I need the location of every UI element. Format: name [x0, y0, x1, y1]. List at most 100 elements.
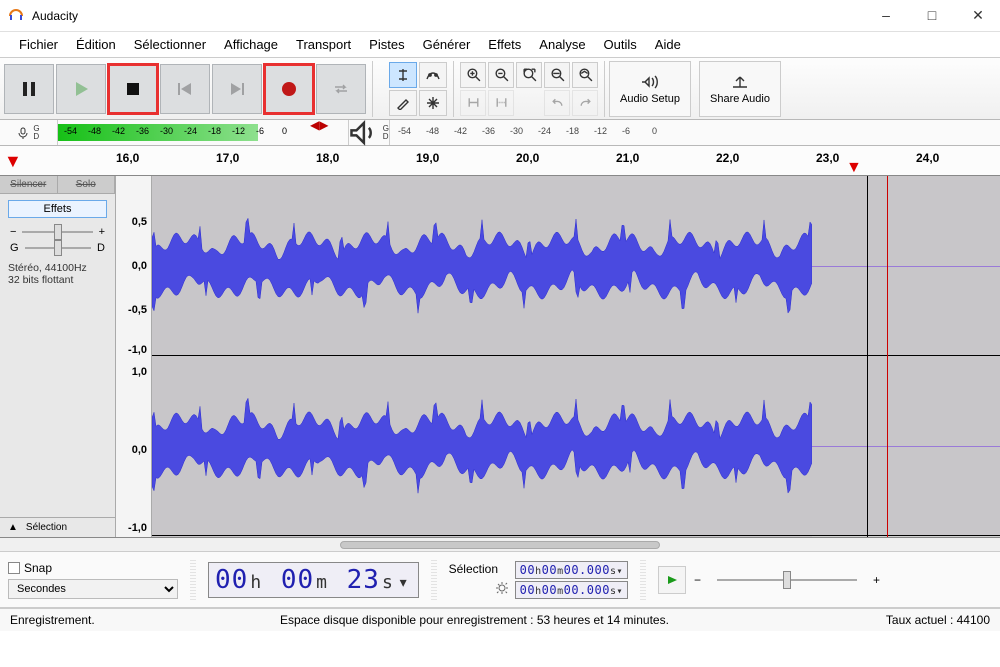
selection-tool-icon[interactable] [389, 62, 417, 88]
track-control-panel: Silencer Solo Effets − + G D Stéréo, 441… [0, 176, 116, 537]
zoom-toggle-icon[interactable] [572, 62, 598, 88]
rec-tick: -24 [184, 126, 197, 136]
menu-edition[interactable]: Édition [67, 33, 125, 56]
undo-icon[interactable] [544, 90, 570, 116]
waveform-area[interactable] [152, 176, 1000, 537]
meter-row: G D -54 -48 -42 -36 -30 -24 -18 -12 -6 0… [0, 120, 1000, 146]
channels-label: G D [383, 125, 389, 141]
trim-icon[interactable] [460, 90, 486, 116]
toolbar-row: Audio Setup Share Audio [0, 58, 1000, 120]
ruler-label: 16,0 [116, 151, 139, 165]
stop-button[interactable] [108, 64, 158, 114]
audio-position-display[interactable]: 00h 00m 23s▾ [208, 562, 419, 598]
menu-analyse[interactable]: Analyse [530, 33, 594, 56]
multi-tool-icon[interactable] [419, 90, 447, 116]
minimize-icon[interactable]: – [876, 7, 896, 24]
track-rate-label: Stéréo, 44100Hz [8, 262, 107, 274]
pan-slider[interactable]: G D [0, 240, 115, 256]
recording-meter[interactable]: -54 -48 -42 -36 -30 -24 -18 -12 -6 0 ◀▶ [58, 120, 348, 145]
vertical-scale: 1,0 0,5 0,0 -0,5 -1,0 1,0 0,0 -1,0 [116, 176, 152, 537]
selection-end-display[interactable]: 00h00m00.000s▾ [515, 581, 628, 599]
loop-button[interactable] [316, 64, 366, 114]
selection-start-display[interactable]: 00h00m00.000s▾ [515, 561, 628, 579]
mute-button[interactable]: Silencer [0, 176, 58, 193]
menu-selectionner[interactable]: Sélectionner [125, 33, 215, 56]
play-button[interactable] [56, 64, 106, 114]
maximize-icon[interactable]: □ [922, 7, 942, 24]
playback-speed-slider[interactable] [717, 579, 857, 581]
play-tick: -48 [426, 126, 439, 136]
ytick: 0,0 [132, 260, 147, 272]
time-toolbar: Snap Secondes 00h 00m 23s▾ Sélection 00h… [0, 552, 1000, 608]
play-tick: -36 [482, 126, 495, 136]
zoom-fit-sel-icon[interactable] [516, 62, 542, 88]
zoom-in-icon[interactable] [460, 62, 486, 88]
rec-tick: -6 [256, 126, 264, 136]
menu-aide[interactable]: Aide [646, 33, 690, 56]
menu-affichage[interactable]: Affichage [215, 33, 287, 56]
selection-gear-icon[interactable] [449, 581, 509, 598]
track-bits-label: 32 bits flottant [8, 274, 107, 286]
snap-label: Snap [24, 561, 52, 575]
record-button[interactable] [264, 64, 314, 114]
gain-slider[interactable]: − + [0, 224, 115, 240]
play-at-speed-button[interactable] [658, 566, 686, 594]
close-icon[interactable]: ✕ [968, 7, 988, 24]
selection-label: Sélection [449, 562, 509, 576]
collapse-track-icon[interactable]: ▲ [8, 522, 18, 533]
skip-start-button[interactable] [160, 64, 210, 114]
t: 00.000 [564, 563, 610, 577]
record-meter-mic[interactable]: G D [0, 120, 58, 145]
menu-fichier[interactable]: Fichier [10, 33, 67, 56]
effects-button[interactable]: Effets [8, 200, 107, 218]
tracks-area: Silencer Solo Effets − + G D Stéréo, 441… [0, 176, 1000, 538]
track-selection-label: Sélection [26, 522, 67, 533]
menu-effets[interactable]: Effets [479, 33, 530, 56]
redo-icon[interactable] [572, 90, 598, 116]
playback-meter[interactable]: -54 -48 -42 -36 -30 -24 -18 -12 -6 0 [390, 120, 1000, 145]
timeline-ruler[interactable]: 16,0 17,0 18,0 19,0 20,0 21,0 22,0 23,0 … [116, 146, 1000, 175]
menu-bar: Fichier Édition Sélectionner Affichage T… [0, 32, 1000, 58]
t: 00.000 [564, 583, 610, 597]
horizontal-scrollbar[interactable] [0, 538, 1000, 552]
play-tick: -54 [398, 126, 411, 136]
title-bar: Audacity – □ ✕ [0, 0, 1000, 32]
record-head-line [887, 176, 888, 537]
menu-generer[interactable]: Générer [414, 33, 480, 56]
edit-tools [383, 61, 454, 117]
draw-tool-icon[interactable] [389, 90, 417, 116]
menu-transport[interactable]: Transport [287, 33, 360, 56]
snap-unit-select[interactable]: Secondes [8, 579, 178, 599]
rec-tick: -54 [64, 126, 77, 136]
status-bar: Enregistrement. Espace disque disponible… [0, 608, 1000, 631]
rec-tick: -36 [136, 126, 149, 136]
menu-pistes[interactable]: Pistes [360, 33, 413, 56]
solo-button[interactable]: Solo [58, 176, 116, 193]
rec-tick: -30 [160, 126, 173, 136]
envelope-tool-icon[interactable] [419, 62, 447, 88]
audio-setup-label: Audio Setup [620, 93, 680, 105]
ruler-label: 20,0 [516, 151, 539, 165]
waveform-channel-right [152, 356, 1000, 536]
play-meter-speaker[interactable]: G D [348, 120, 390, 145]
zoom-out-icon[interactable] [488, 62, 514, 88]
menu-outils[interactable]: Outils [595, 33, 646, 56]
play-start-marker-icon[interactable]: ▼ [4, 156, 22, 166]
skip-end-button[interactable] [212, 64, 262, 114]
pause-button[interactable] [4, 64, 54, 114]
timeline-ruler-row: ▼ 16,0 17,0 18,0 19,0 20,0 21,0 22,0 23,… [0, 146, 1000, 176]
edit-buttons [454, 61, 605, 117]
time-seconds: 23 [347, 565, 380, 595]
ruler-label: 21,0 [616, 151, 639, 165]
play-tick: -12 [594, 126, 607, 136]
rec-tick: -42 [112, 126, 125, 136]
zoom-fit-icon[interactable] [544, 62, 570, 88]
silence-icon[interactable] [488, 90, 514, 116]
snap-checkbox[interactable] [8, 562, 20, 574]
playhead-marker-icon[interactable]: ▼ [846, 159, 862, 177]
rec-tick: -18 [208, 126, 221, 136]
time-minutes: 00 [281, 565, 314, 595]
track-format-info: Stéréo, 44100Hz 32 bits flottant [0, 256, 115, 292]
share-audio-button[interactable]: Share Audio [699, 61, 781, 117]
audio-setup-button[interactable]: Audio Setup [609, 61, 691, 117]
